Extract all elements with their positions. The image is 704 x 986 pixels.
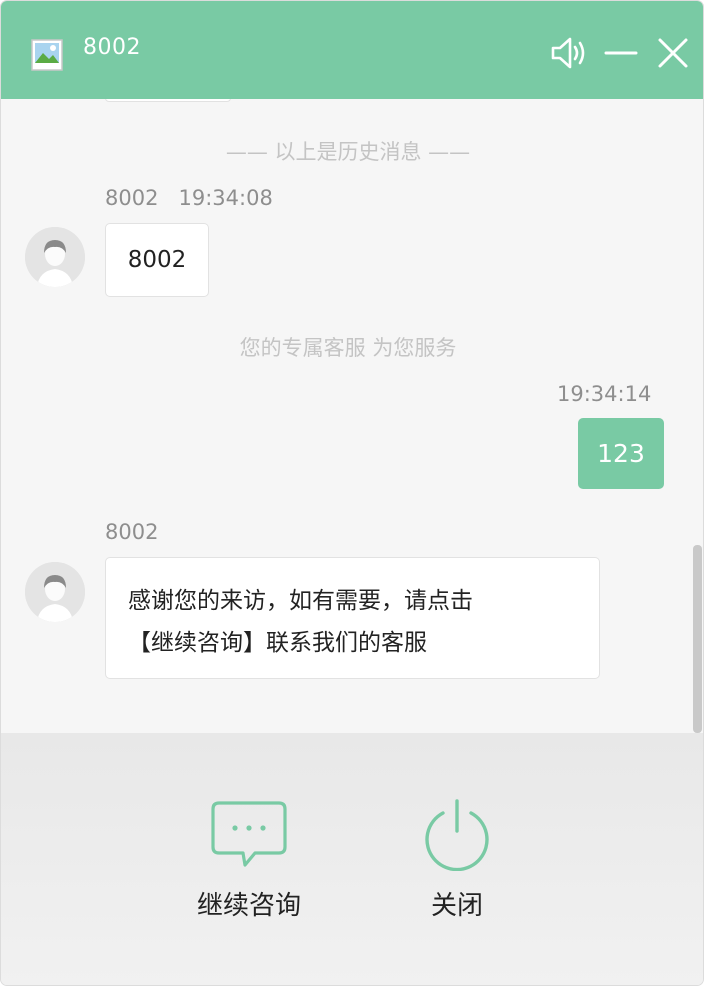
message-text: 8002 (127, 247, 187, 273)
scrollbar-thumb[interactable] (693, 545, 702, 733)
continue-consult-button[interactable]: 继续咨询 (169, 799, 329, 929)
sound-button[interactable] (549, 33, 589, 73)
power-icon (425, 799, 489, 871)
header-bar: 8002 (1, 1, 703, 99)
message-sender: 8002 (105, 186, 159, 210)
message-text: 123 (597, 439, 645, 468)
message-bubble: 8002 (105, 223, 209, 297)
speaker-icon (551, 37, 585, 69)
message-text-line: 【继续咨询】联系我们的客服 (128, 630, 427, 656)
message-text-line: 感谢您的来访，如有需要，请点击 (128, 588, 473, 614)
chat-bubble-icon (211, 801, 287, 867)
continue-consult-label: 继续咨询 (196, 891, 301, 921)
close-window-button[interactable] (653, 33, 693, 73)
message-time: 19:34:08 (178, 186, 273, 210)
service-notice: 您的专属客服 为您服务 (239, 336, 457, 360)
agent-avatar (25, 562, 85, 622)
message-time: 19:34:14 (557, 382, 652, 406)
broken-image-icon (31, 39, 63, 71)
message-list[interactable]: —— 以上是历史消息 —— 8002 19:34:08 8002 您的专属客服 … (1, 99, 703, 733)
message-meta: 8002 19:34:08 (105, 186, 273, 210)
action-bar: 继续咨询 关闭 (1, 733, 703, 985)
user-avatar-icon (25, 227, 85, 287)
history-divider: —— 以上是历史消息 —— (225, 140, 471, 164)
my-message-bubble: 123 (578, 418, 664, 489)
minimize-icon (604, 51, 638, 55)
window-title: 8002 (83, 35, 141, 60)
agent-avatar (25, 227, 85, 287)
close-icon (658, 38, 688, 68)
message-sender: 8002 (105, 520, 159, 544)
user-avatar-icon (25, 562, 85, 622)
close-chat-label: 关闭 (430, 891, 483, 921)
minimize-button[interactable] (601, 33, 641, 73)
previous-message-bubble (105, 99, 231, 102)
chat-window: 8002 —— 以上是历史消息 —— 8002 19:34:08 8002 您的… (1, 1, 703, 985)
close-chat-button[interactable]: 关闭 (377, 799, 537, 929)
message-bubble: 感谢您的来访，如有需要，请点击 【继续咨询】联系我们的客服 (105, 557, 600, 679)
